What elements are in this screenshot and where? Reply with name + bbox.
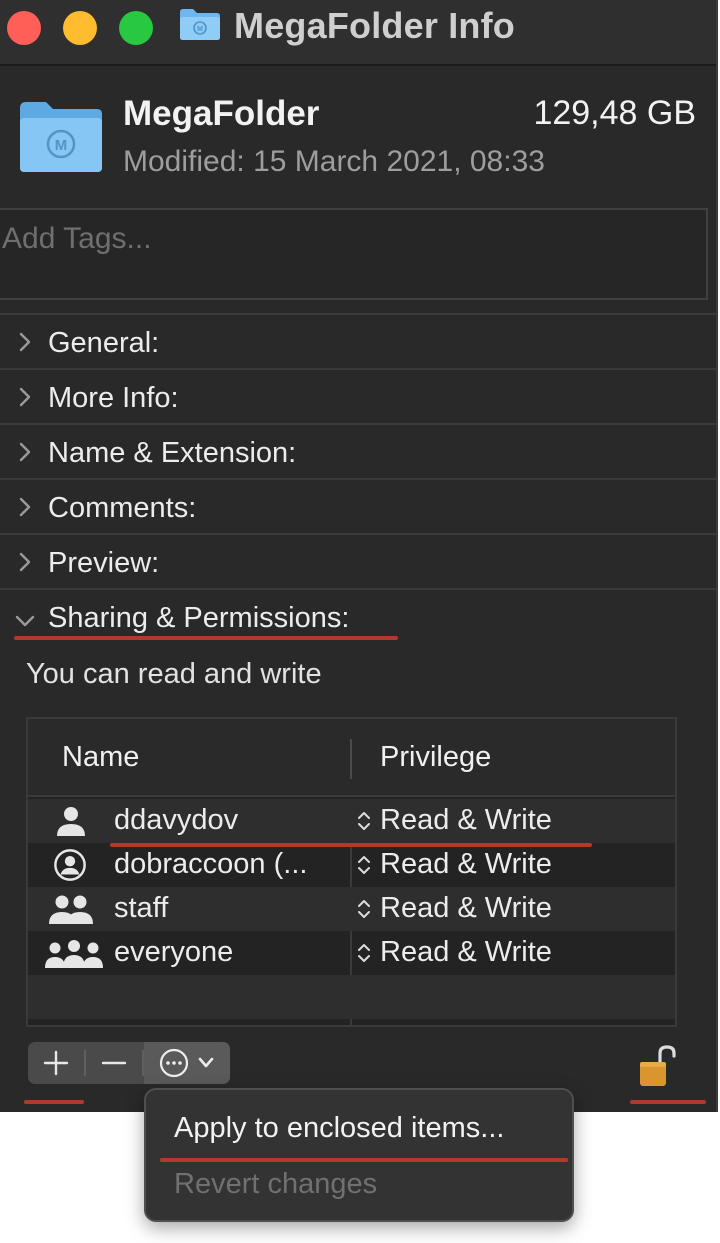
table-row-empty [28, 975, 675, 1019]
svg-text:M: M [197, 26, 203, 33]
chevron-right-icon [19, 387, 31, 407]
ellipsis-circle-icon [159, 1048, 214, 1078]
chevron-right-icon [19, 497, 31, 517]
privilege-select[interactable]: Read & Write [380, 848, 552, 881]
privilege-select[interactable]: Read & Write [380, 804, 552, 837]
megafolder-icon: M [20, 102, 102, 172]
permissions-toolbar [28, 1042, 230, 1084]
section-general[interactable]: General: [0, 313, 716, 368]
privilege-select[interactable]: Read & Write [380, 892, 552, 925]
plus-icon [43, 1050, 69, 1076]
file-name: MegaFolder [123, 94, 320, 133]
section-label: General: [48, 327, 160, 359]
chevron-down-icon [15, 615, 35, 627]
tags-field-container [0, 208, 708, 300]
table-row[interactable]: staff Read & Write [28, 887, 675, 931]
folder-icon: M [180, 9, 220, 40]
everyone-icon [45, 940, 103, 968]
menu-item-apply-enclosed[interactable]: Apply to enclosed items... [174, 1112, 504, 1145]
column-divider [350, 739, 352, 779]
section-label: More Info: [48, 382, 179, 414]
title-bar: M MegaFolder Info [0, 0, 716, 66]
annotation-underline [630, 1100, 706, 1104]
action-menu-button[interactable] [144, 1042, 230, 1084]
section-comments[interactable]: Comments: [0, 478, 716, 533]
chevron-right-icon [19, 332, 31, 352]
user-name: ddavydov [114, 804, 239, 836]
table-row[interactable]: everyone Read & Write [28, 931, 675, 975]
permission-summary: You can read and write [26, 658, 322, 690]
chevron-right-icon [19, 552, 31, 572]
section-name-extension[interactable]: Name & Extension: [0, 423, 716, 478]
remove-user-button[interactable] [86, 1042, 142, 1084]
window-title: MegaFolder Info [234, 5, 515, 46]
group-icon [49, 895, 93, 924]
updown-arrows-icon[interactable] [356, 942, 372, 964]
section-label: Name & Extension: [48, 437, 297, 469]
chevron-right-icon [19, 442, 31, 462]
annotation-underline [14, 636, 398, 640]
section-label: Sharing & Permissions: [48, 602, 350, 634]
tags-input[interactable] [0, 214, 706, 264]
minimize-button[interactable] [63, 11, 97, 45]
svg-text:M: M [55, 137, 68, 154]
annotation-underline [160, 1158, 568, 1162]
section-more-info[interactable]: More Info: [0, 368, 716, 423]
privilege-select[interactable]: Read & Write [380, 936, 552, 969]
section-preview[interactable]: Preview: [0, 533, 716, 588]
add-user-button[interactable] [28, 1042, 84, 1084]
table-row[interactable]: dobraccoon (... Read & Write [28, 843, 675, 887]
minus-icon [101, 1061, 127, 1065]
unlocked-padlock-icon[interactable] [636, 1044, 678, 1090]
user-circle-icon [54, 849, 86, 881]
menu-item-revert-changes: Revert changes [174, 1168, 378, 1200]
user-name: everyone [114, 936, 234, 968]
section-label: Preview: [48, 547, 160, 579]
column-header-name[interactable]: Name [62, 741, 139, 774]
table-header: Name Privilege [28, 719, 675, 797]
column-header-privilege[interactable]: Privilege [380, 741, 491, 774]
updown-arrows-icon[interactable] [356, 854, 372, 876]
updown-arrows-icon[interactable] [356, 810, 372, 832]
user-name: dobraccoon (... [114, 848, 308, 880]
table-row[interactable]: ddavydov Read & Write [28, 799, 675, 843]
action-popup-menu: Apply to enclosed items... Revert change… [144, 1088, 574, 1222]
user-name: staff [114, 892, 169, 924]
annotation-underline [110, 843, 592, 847]
section-label: Comments: [48, 492, 197, 524]
modified-date: Modified: 15 March 2021, 08:33 [123, 145, 545, 178]
close-button[interactable] [7, 11, 41, 45]
updown-arrows-icon[interactable] [356, 898, 372, 920]
zoom-button[interactable] [119, 11, 153, 45]
permissions-table: Name Privilege ddavydov Read & Write dob… [26, 717, 677, 1027]
annotation-underline [24, 1100, 84, 1104]
file-size: 129,48 GB [533, 94, 696, 132]
info-window: M MegaFolder Info M MegaFolder 129,48 GB… [0, 0, 718, 1112]
user-icon [57, 807, 85, 836]
